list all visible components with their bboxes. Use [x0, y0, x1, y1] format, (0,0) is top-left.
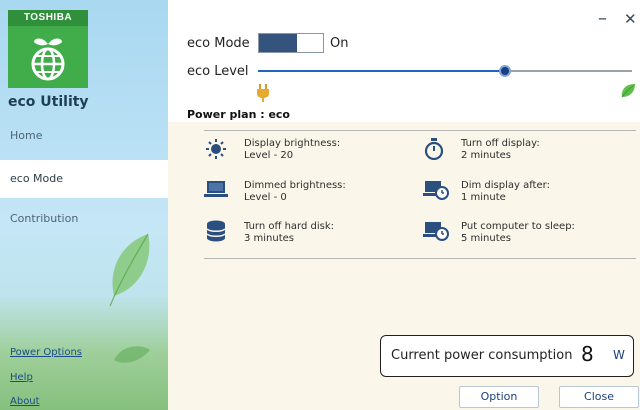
power-plug-icon: [257, 84, 269, 102]
setting-title: Put computer to sleep:: [461, 221, 575, 232]
leaf-decoration-small-icon: [114, 346, 150, 363]
slider-fill: [258, 70, 505, 72]
brightness-icon: [206, 139, 226, 159]
setting-value: 1 minute: [461, 192, 506, 203]
consumption-label: Current power consumption: [391, 348, 573, 363]
eco-mode-label: eco Mode: [187, 36, 250, 51]
close-button[interactable]: Close: [559, 386, 639, 408]
setting-title: Turn off display:: [461, 138, 540, 149]
setting-title: Turn off hard disk:: [244, 221, 334, 232]
laptop-icon: [204, 181, 228, 197]
toggle-fill: [259, 34, 297, 52]
setting-value: Level - 20: [244, 150, 294, 161]
close-window-button[interactable]: ✕: [624, 10, 637, 28]
setting-turn-off-display: Turn off display: 2 minutes: [461, 138, 540, 162]
eco-mode-toggle[interactable]: [258, 33, 324, 53]
setting-title: Dimmed brightness:: [244, 180, 346, 191]
eco-mode-state: On: [330, 36, 349, 51]
setting-title: Dim display after:: [461, 180, 550, 191]
display-timer-icon: [423, 181, 449, 200]
plan-divider-bottom: [204, 258, 636, 259]
brand-label: TOSHIBA: [8, 10, 88, 26]
setting-value: Level - 0: [244, 192, 287, 203]
setting-display-brightness: Display brightness: Level - 20: [244, 138, 340, 162]
setting-value: 3 minutes: [244, 233, 295, 244]
option-button[interactable]: Option: [459, 386, 539, 408]
setting-value: 5 minutes: [461, 233, 512, 244]
plan-divider-top: [204, 130, 636, 131]
app-logo: TOSHIBA: [8, 10, 88, 88]
setting-value: 2 minutes: [461, 150, 512, 161]
about-link[interactable]: About: [10, 396, 40, 407]
eco-level-slider[interactable]: [258, 65, 632, 77]
eco-leaf-icon: [621, 84, 635, 98]
consumption-unit: W: [613, 348, 625, 362]
power-plan-panel: [168, 122, 640, 290]
setting-put-computer-to-sleep: Put computer to sleep: 5 minutes: [461, 221, 575, 245]
consumption-value: 8: [581, 342, 594, 366]
sleep-timer-icon: [423, 222, 449, 241]
slider-thumb[interactable]: [498, 65, 511, 77]
eco-level-label: eco Level: [187, 64, 249, 79]
app-title: eco Utility: [8, 94, 89, 110]
minimize-button[interactable]: –: [598, 8, 607, 29]
power-plan-title: Power plan : eco: [187, 108, 290, 121]
setting-dim-display-after: Dim display after: 1 minute: [461, 180, 550, 204]
leaf-decoration-icon: [109, 233, 150, 307]
power-consumption-panel: Current power consumption 8 W: [380, 335, 634, 377]
setting-title: Display brightness:: [244, 138, 341, 149]
sidebar-item-eco-mode[interactable]: eco Mode: [0, 160, 168, 198]
sidebar: TOSHIBA eco Utility Home eco Mode Contri…: [0, 0, 168, 410]
setting-turn-off-hard-disk: Turn off hard disk: 3 minutes: [244, 221, 334, 245]
help-link[interactable]: Help: [10, 372, 33, 383]
timer-icon: [424, 138, 444, 160]
power-options-link[interactable]: Power Options: [10, 347, 82, 358]
hard-disk-icon: [206, 220, 226, 242]
sidebar-item-home[interactable]: Home: [0, 117, 168, 155]
eco-globe-icon: [31, 38, 65, 81]
setting-dimmed-brightness: Dimmed brightness: Level - 0: [244, 180, 346, 204]
